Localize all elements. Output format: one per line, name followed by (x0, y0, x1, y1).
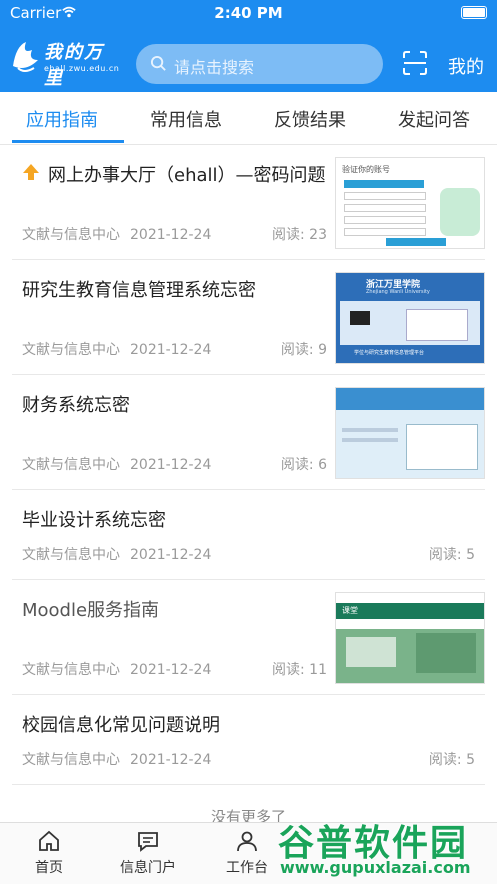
search-bar[interactable]: 请点击搜索 (136, 44, 383, 84)
status-bar: Carrier 2:40 PM (0, 0, 497, 26)
article-source: 文献与信息中心 (22, 752, 120, 768)
article-reads: 阅读: 9 (280, 342, 327, 358)
thumb-caption: 验证你的账号 (342, 165, 390, 174)
article-reads: 阅读: 11 (272, 662, 327, 678)
article-source: 文献与信息中心 (22, 547, 120, 563)
article-item[interactable]: 校园信息化常见问题说明 文献与信息中心 2021-12-24 阅读: 5 (12, 695, 485, 785)
article-item[interactable]: 研究生教育信息管理系统忘密 文献与信息中心 2021-12-24 阅读: 9 浙江… (12, 260, 485, 375)
message-icon (138, 832, 158, 852)
article-reads: 阅读: 23 (272, 227, 327, 243)
article-reads: 阅读: 6 (280, 457, 327, 473)
battery-icon (461, 6, 487, 19)
thumb-caption: 课堂 (342, 606, 358, 615)
tab-common-info[interactable]: 常用信息 (150, 106, 222, 132)
article-thumbnail: 浙江万里学院 Zhejiang Wanli University 学位与研究生教… (335, 272, 485, 364)
tabbar-label: 信息门户 (120, 860, 176, 876)
article-reads: 阅读: 5 (428, 547, 475, 563)
tabbar-label: 首页 (35, 860, 63, 876)
search-icon (150, 55, 166, 71)
app-logo: 我的万里 ehall.zwu.edu.cn (10, 36, 120, 89)
article-title: 毕业设计系统忘密 (22, 510, 166, 531)
tab-ask-question[interactable]: 发起问答 (398, 106, 470, 132)
tabbar-label: 工作台 (226, 860, 268, 876)
person-icon (237, 831, 257, 852)
article-date: 2021-12-24 (130, 547, 212, 563)
article-item[interactable]: 网上办事大厅（ehall）—密码问题 文献与信息中心 2021-12-24 阅读:… (12, 145, 485, 260)
article-meta: 文献与信息中心 2021-12-24 (22, 544, 211, 564)
article-meta: 文献与信息中心 2021-12-24 (22, 659, 211, 679)
tab-feedback-results[interactable]: 反馈结果 (274, 106, 346, 132)
clock: 2:40 PM (214, 4, 283, 22)
thumb-caption: Zhejiang Wanli University (366, 289, 430, 295)
article-date: 2021-12-24 (130, 457, 212, 473)
article-meta: 文献与信息中心 2021-12-24 (22, 454, 211, 474)
app-header: 我的万里 ehall.zwu.edu.cn 请点击搜索 我的 (0, 26, 497, 92)
scan-icon[interactable] (402, 50, 428, 76)
article-date: 2021-12-24 (130, 752, 212, 768)
article-title: 网上办事大厅（ehall）—密码问题 (48, 165, 326, 186)
tabbar-home[interactable]: 首页 (4, 829, 94, 877)
site-watermark: 谷普软件园 www.gupuxlazai.com (272, 812, 497, 883)
article-title: Moodle服务指南 (22, 600, 160, 621)
article-source: 文献与信息中心 (22, 227, 120, 243)
article-title: 财务系统忘密 (22, 395, 130, 416)
article-item[interactable]: Moodle服务指南 文献与信息中心 2021-12-24 阅读: 11 课堂 (12, 580, 485, 695)
article-thumbnail: 验证你的账号 (335, 157, 485, 249)
article-thumbnail: 课堂 (335, 592, 485, 684)
pinned-up-arrow-icon (23, 164, 39, 180)
logo-url: ehall.zwu.edu.cn (44, 64, 120, 73)
article-source: 文献与信息中心 (22, 342, 120, 358)
tabbar-info-portal[interactable]: 信息门户 (103, 829, 193, 877)
article-date: 2021-12-24 (130, 227, 212, 243)
article-item[interactable]: 财务系统忘密 文献与信息中心 2021-12-24 阅读: 6 (12, 375, 485, 490)
home-icon (39, 830, 59, 851)
watermark-url: www.gupuxlazai.com (280, 858, 471, 877)
article-date: 2021-12-24 (130, 662, 212, 678)
article-meta: 文献与信息中心 2021-12-24 (22, 339, 211, 359)
article-item[interactable]: 毕业设计系统忘密 文献与信息中心 2021-12-24 阅读: 5 (12, 490, 485, 580)
article-thumbnail (335, 387, 485, 479)
logo-mark-icon (13, 42, 38, 72)
category-tabs: 应用指南 常用信息 反馈结果 发起问答 (0, 92, 497, 145)
thumb-caption: 学位与研究生教育信息管理平台 (354, 350, 425, 356)
article-source: 文献与信息中心 (22, 662, 120, 678)
article-title: 校园信息化常见问题说明 (22, 715, 220, 736)
article-title: 研究生教育信息管理系统忘密 (22, 280, 256, 301)
article-meta: 文献与信息中心 2021-12-24 (22, 224, 211, 244)
article-reads: 阅读: 5 (428, 752, 475, 768)
active-tab-indicator (12, 140, 124, 143)
article-date: 2021-12-24 (130, 342, 212, 358)
mine-button[interactable]: 我的 (448, 53, 484, 79)
article-meta: 文献与信息中心 2021-12-24 (22, 749, 211, 769)
article-source: 文献与信息中心 (22, 457, 120, 473)
tab-app-guide[interactable]: 应用指南 (26, 106, 98, 132)
search-placeholder: 请点击搜索 (174, 58, 255, 77)
